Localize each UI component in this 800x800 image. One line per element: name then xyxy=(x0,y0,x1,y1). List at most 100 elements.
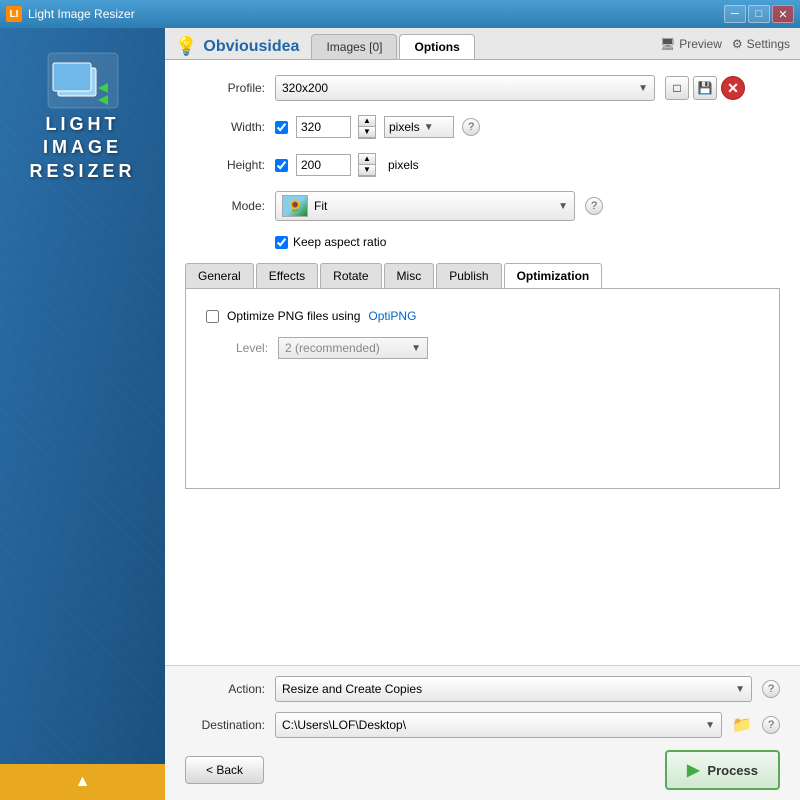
save-profile-icon: 💾 xyxy=(698,81,713,95)
new-profile-button[interactable]: □ xyxy=(665,76,689,100)
maximize-button[interactable]: □ xyxy=(748,5,770,23)
settings-button[interactable]: ⚙ Settings xyxy=(732,37,790,51)
destination-dropdown-arrow-icon: ▼ xyxy=(705,720,715,731)
optimization-panel: Optimize PNG files using OptiPNG Level: … xyxy=(185,289,780,489)
window-title: Light Image Resizer xyxy=(28,7,135,21)
width-spin-down[interactable]: ▼ xyxy=(359,127,375,138)
sidebar-bottom[interactable]: ▲ xyxy=(0,764,165,800)
action-dropdown-arrow-icon: ▼ xyxy=(735,684,745,695)
keep-ratio-label: Keep aspect ratio xyxy=(293,235,386,249)
logo-svg xyxy=(43,48,123,113)
destination-label: Destination: xyxy=(185,718,265,732)
destination-help-icon[interactable]: ? xyxy=(762,716,780,734)
delete-profile-icon: ✕ xyxy=(727,80,739,97)
tab-optimization[interactable]: Optimization xyxy=(504,263,603,288)
level-dropdown-arrow-icon: ▼ xyxy=(411,343,421,354)
delete-profile-button[interactable]: ✕ xyxy=(721,76,745,100)
mode-thumbnail: 🌻 xyxy=(282,195,308,217)
mode-dropdown[interactable]: 🌻 Fit ▼ xyxy=(275,191,575,221)
mode-value: Fit xyxy=(314,199,327,213)
optimize-png-label: Optimize PNG files using xyxy=(227,309,360,323)
keep-ratio-row: Keep aspect ratio xyxy=(275,235,780,249)
process-play-icon: ▶ xyxy=(687,760,699,780)
destination-dropdown[interactable]: C:\Users\LOF\Desktop\ ▼ xyxy=(275,712,722,738)
tab-effects[interactable]: Effects xyxy=(256,263,318,288)
tab-misc[interactable]: Misc xyxy=(384,263,435,288)
level-label: Level: xyxy=(236,341,268,355)
height-spin-up[interactable]: ▲ xyxy=(359,154,375,165)
optimize-png-checkbox[interactable] xyxy=(206,310,219,323)
height-checkbox-wrap xyxy=(275,159,288,172)
level-row: Level: 2 (recommended) ▼ xyxy=(206,337,759,359)
action-label: Action: xyxy=(185,682,265,696)
tab-options[interactable]: Options xyxy=(399,34,474,59)
profile-label: Profile: xyxy=(185,81,265,95)
level-value: 2 (recommended) xyxy=(285,341,380,355)
sidebar-logo: LIGHTIMAGERESIZER xyxy=(0,28,165,193)
mode-dropdown-arrow-icon: ▼ xyxy=(558,201,568,212)
profile-value: 320x200 xyxy=(282,81,328,95)
height-label: Height: xyxy=(185,158,265,172)
title-bar: LI Light Image Resizer ─ □ ✕ xyxy=(0,0,800,28)
width-dimension-row: 320 ▲ ▼ pixels ▼ ? xyxy=(275,115,480,139)
main-container: LIGHTIMAGERESIZER ▲ 💡 Obviousidea Images… xyxy=(0,28,800,800)
app-icon: LI xyxy=(6,6,22,22)
profile-actions: □ 💾 ✕ xyxy=(665,76,745,100)
keep-ratio-checkbox[interactable] xyxy=(275,236,288,249)
close-button[interactable]: ✕ xyxy=(772,5,794,23)
save-profile-button[interactable]: 💾 xyxy=(693,76,717,100)
nav-buttons: < Back ▶ Process xyxy=(185,750,780,790)
bottom-area: Action: Resize and Create Copies ▼ ? Des… xyxy=(165,665,800,800)
settings-gear-icon: ⚙ xyxy=(732,37,743,51)
height-checkbox[interactable] xyxy=(275,159,288,172)
sidebar-logo-text: LIGHTIMAGERESIZER xyxy=(29,113,135,183)
height-unit-label: pixels xyxy=(388,158,419,172)
width-label: Width: xyxy=(185,120,265,134)
level-dropdown[interactable]: 2 (recommended) ▼ xyxy=(278,337,428,359)
width-spinners: ▲ ▼ xyxy=(358,115,376,139)
width-spin-up[interactable]: ▲ xyxy=(359,116,375,127)
width-checkbox[interactable] xyxy=(275,121,288,134)
height-dimension-row: 200 ▲ ▼ pixels xyxy=(275,153,419,177)
height-spin-down[interactable]: ▼ xyxy=(359,165,375,176)
mode-label: Mode: xyxy=(185,199,265,213)
profile-dropdown[interactable]: 320x200 ▼ xyxy=(275,75,655,101)
mode-help-icon[interactable]: ? xyxy=(585,197,603,215)
process-label: Process xyxy=(707,763,758,778)
sidebar-arrow-icon: ▲ xyxy=(75,773,91,791)
optipng-link[interactable]: OptiPNG xyxy=(368,309,416,323)
header-tabs: 💡 Obviousidea Images [0] Options 🖥 Previ… xyxy=(165,28,800,60)
profile-dropdown-arrow-icon: ▼ xyxy=(638,83,648,94)
back-button[interactable]: < Back xyxy=(185,756,264,784)
action-row: Action: Resize and Create Copies ▼ ? xyxy=(185,676,780,702)
sub-tabs: General Effects Rotate Misc Publish Opti… xyxy=(185,263,780,289)
brand-bulb-icon: 💡 xyxy=(175,36,197,57)
minimize-button[interactable]: ─ xyxy=(724,5,746,23)
tab-images[interactable]: Images [0] xyxy=(311,34,397,59)
tab-general[interactable]: General xyxy=(185,263,254,288)
height-spinners: ▲ ▼ xyxy=(358,153,376,177)
width-unit-arrow-icon: ▼ xyxy=(424,122,434,133)
process-button[interactable]: ▶ Process xyxy=(665,750,780,790)
tab-rotate[interactable]: Rotate xyxy=(320,263,381,288)
profile-row: Profile: 320x200 ▼ □ 💾 ✕ xyxy=(185,75,780,101)
action-dropdown[interactable]: Resize and Create Copies ▼ xyxy=(275,676,752,702)
width-unit-dropdown[interactable]: pixels ▼ xyxy=(384,116,454,138)
tab-publish[interactable]: Publish xyxy=(436,263,501,288)
destination-value: C:\Users\LOF\Desktop\ xyxy=(282,718,406,732)
title-bar-left: LI Light Image Resizer xyxy=(6,6,135,22)
mode-row: Mode: 🌻 Fit ▼ ? xyxy=(185,191,780,221)
height-row: Height: 200 ▲ ▼ pixels xyxy=(185,153,780,177)
preview-button[interactable]: 🖥 Preview xyxy=(660,37,722,51)
brand-name: Obviousidea xyxy=(203,38,299,56)
height-input[interactable]: 200 xyxy=(296,154,351,176)
action-help-icon[interactable]: ? xyxy=(762,680,780,698)
new-profile-icon: □ xyxy=(673,81,680,95)
width-help-icon[interactable]: ? xyxy=(462,118,480,136)
sidebar: LIGHTIMAGERESIZER ▲ xyxy=(0,28,165,800)
preview-monitor-icon: 🖥 xyxy=(660,37,675,51)
width-input[interactable]: 320 xyxy=(296,116,351,138)
destination-row: Destination: C:\Users\LOF\Desktop\ ▼ 📁 ? xyxy=(185,712,780,738)
browse-folder-icon[interactable]: 📁 xyxy=(732,715,752,735)
header-right: 🖥 Preview ⚙ Settings xyxy=(660,37,790,56)
